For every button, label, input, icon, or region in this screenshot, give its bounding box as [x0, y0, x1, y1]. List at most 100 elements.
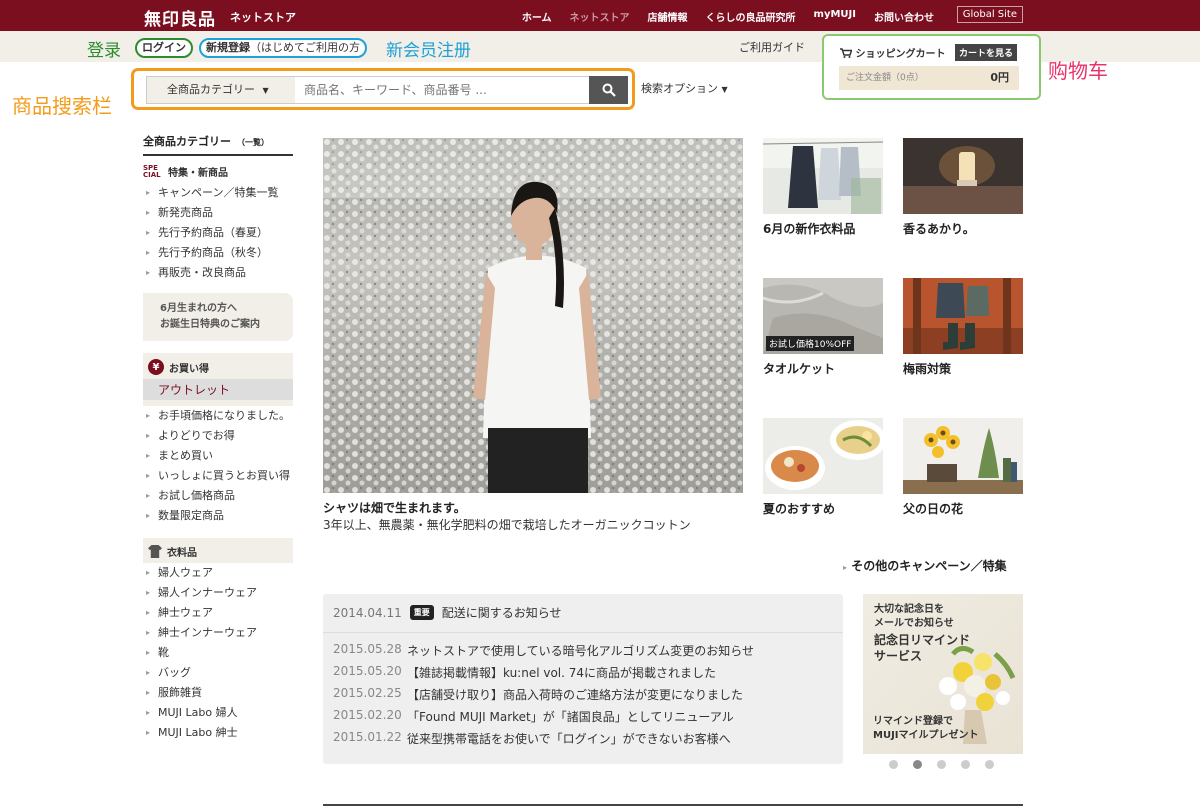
tile-caption: タオルケット [763, 362, 836, 376]
news-text: 【雑誌掲載情報】ku:nel vol. 74に商品が掲載されました [407, 666, 717, 680]
news-item[interactable]: 2015.02.20 「Found MUJI Market」が「諸国良品」としてリ… [333, 708, 754, 730]
search-input[interactable] [295, 76, 591, 104]
tile-image [903, 278, 1023, 354]
sidebar-item-trial[interactable]: お試し価格商品 [143, 486, 293, 506]
nav-netstore[interactable]: ネットストア [570, 9, 630, 24]
sidebar-item-accessories[interactable]: 服飾雑貨 [143, 683, 293, 703]
important-tag: 重要 [409, 605, 434, 620]
sidebar-item-womens-wear[interactable]: 婦人ウェア [143, 563, 293, 583]
sidebar-item-labo-women[interactable]: MUJI Labo 婦人 [143, 703, 293, 723]
tile-caption: 父の日の花 [903, 502, 964, 516]
tile-summer-clothing[interactable]: 6月の新作衣料品 [763, 138, 883, 237]
sidebar-title[interactable]: 全商品カテゴリー （一覧） [143, 133, 293, 156]
special-title: 特集・新商品 [168, 168, 228, 179]
dropdown-triangle-icon: ▼ [262, 86, 269, 95]
carousel-dots [889, 760, 994, 769]
nav-home[interactable]: ホーム [522, 9, 552, 24]
view-cart-button[interactable]: カートを見る [954, 44, 1017, 61]
more-campaigns-link[interactable]: ▸ その他のキャンペーン／特集 [843, 557, 1007, 574]
news-item[interactable]: 2015.01.22 従来型携帯電話をお使いで「ログイン」ができないお客様へ [333, 730, 754, 752]
sidebar-item-outlet[interactable]: アウトレット [143, 379, 293, 400]
tile-rainy-season[interactable]: 梅雨対策 [903, 278, 1023, 377]
guide-link[interactable]: ご利用ガイド [739, 39, 805, 55]
banner-line4: サービス [874, 649, 923, 663]
tile-towel-blanket[interactable]: お試し価格10%OFF タオルケット [763, 278, 883, 377]
sidebar-item-mens-wear[interactable]: 紳士ウェア [143, 603, 293, 623]
news-item[interactable]: 2015.02.25 【店舗受け取り】商品入荷時のご連絡方法が変更になりました [333, 686, 754, 708]
tile-image: お試し価格10%OFF [763, 278, 883, 354]
carousel-dot[interactable] [961, 760, 970, 769]
carousel-dot[interactable] [913, 760, 922, 769]
news-text: 「Found MUJI Market」が「諸国良品」としてリニューアル [407, 710, 734, 724]
banner-line6: MUJIマイルプレゼント [873, 730, 979, 741]
tile-fathers-day[interactable]: 父の日の花 [903, 418, 1023, 517]
nav-contact[interactable]: お問い合わせ [874, 9, 934, 24]
cart-title[interactable]: ショッピングカート [840, 45, 945, 60]
sidebar-item-mens-inner[interactable]: 紳士インナーウェア [143, 623, 293, 643]
news-item[interactable]: 2015.05.20 【雑誌掲載情報】ku:nel vol. 74に商品が掲載され… [333, 664, 754, 686]
register-label: 新規登録 [206, 41, 250, 54]
sidebar-item-resale[interactable]: 再販売・改良商品 [143, 263, 293, 283]
shirt-icon [148, 545, 162, 558]
news-date: 2015.05.20 [333, 664, 402, 678]
birthday-banner[interactable]: 6月生まれの方へ お誕生日特典のご案内 [143, 293, 293, 341]
news-item[interactable]: 2015.05.28 ネットストアで使用している暗号化アルゴリズム変更のお知らせ [333, 642, 754, 664]
tile-aroma-light[interactable]: 香るあかり。 [903, 138, 1023, 237]
tile-summer-picks[interactable]: 夏のおすすめ [763, 418, 883, 517]
deals-title-text: お買い得 [169, 363, 209, 375]
search-category-select[interactable]: 全商品カテゴリー ▼ [146, 76, 296, 104]
sidebar-item-limited[interactable]: 数量限定商品 [143, 506, 293, 526]
banner-line1: 大切な記念日を [874, 604, 944, 615]
cart-box: ショッピングカート カートを見る ご注文金額（0点） 0円 [822, 34, 1041, 100]
apparel-section: 衣料品 [143, 538, 293, 563]
banner-line2: メールでお知らせ [874, 618, 954, 629]
sidebar-item-labo-men[interactable]: MUJI Labo 紳士 [143, 723, 293, 743]
sidebar-item-campaigns[interactable]: キャンペーン／特集一覧 [143, 183, 293, 203]
sidebar-item-new[interactable]: 新発売商品 [143, 203, 293, 223]
search-annotation: 商品搜索栏 [12, 94, 112, 118]
search-button[interactable] [589, 76, 628, 104]
cart-icon [840, 48, 853, 58]
news-date: 2015.02.20 [333, 708, 402, 722]
cart-amount: 0円 [990, 71, 1009, 84]
sidebar-item-preorder-aw[interactable]: 先行予約商品（秋冬） [143, 243, 293, 263]
special-icon: SPE CIAL [143, 163, 161, 179]
sidebar-title-text: 全商品カテゴリー [143, 135, 231, 148]
deals-section: ¥ お買い得 アウトレット [143, 353, 293, 406]
sidebar-item-womens-inner[interactable]: 婦人インナーウェア [143, 583, 293, 603]
sidebar-item-preorder-ss[interactable]: 先行予約商品（春夏） [143, 223, 293, 243]
cart-total-label: ご注文金額（0点） [846, 73, 924, 83]
sidebar-item-bags[interactable]: バッグ [143, 663, 293, 683]
login-button[interactable]: ログイン [135, 38, 193, 58]
nav-mymuji[interactable]: myMUJI [814, 9, 856, 24]
banner-headline: 記念日リマインド サービス [874, 632, 970, 664]
sidebar-item-choice[interactable]: よりどりでお得 [143, 426, 293, 446]
sidebar-item-shoes[interactable]: 靴 [143, 643, 293, 663]
hero-image[interactable] [323, 138, 743, 493]
global-site-button[interactable]: Global Site [956, 6, 1023, 23]
search-bar: 全商品カテゴリー ▼ [131, 68, 635, 110]
special-section-title: SPE CIAL 特集・新商品 [143, 164, 293, 179]
cart-annotation: 购物车 [1048, 59, 1108, 83]
banner-intro: 大切な記念日を メールでお知らせ [874, 603, 954, 631]
news-text: 配送に関するお知らせ [441, 606, 562, 620]
register-button[interactable]: 新規登録（はじめてご利用の方 [199, 38, 367, 58]
nav-store-info[interactable]: 店舗情報 [648, 9, 688, 24]
cart-total: ご注文金額（0点） 0円 [839, 66, 1019, 90]
anniversary-reminder-banner[interactable]: 大切な記念日を メールでお知らせ 記念日リマインド サービス リマインド登録で MUJ… [863, 594, 1023, 754]
sidebar-item-bulk[interactable]: まとめ買い [143, 446, 293, 466]
banner-footer: リマインド登録で MUJIマイルプレゼント [873, 715, 979, 743]
important-news[interactable]: 2014.04.11 重要 配送に関するお知らせ [333, 604, 561, 621]
sidebar-item-price-down[interactable]: お手頃価格になりました。 [143, 406, 293, 426]
register-annotation: 新会员注册 [386, 41, 471, 61]
sidebar-item-bundle[interactable]: いっしょに買うとお買い得 [143, 466, 293, 486]
carousel-dot[interactable] [985, 760, 994, 769]
carousel-dot[interactable] [889, 760, 898, 769]
carousel-dot[interactable] [937, 760, 946, 769]
hero-caption[interactable]: シャツは畑で生まれます。 [323, 499, 466, 516]
news-text: ネットストアで使用している暗号化アルゴリズム変更のお知らせ [407, 644, 755, 658]
nav-lab[interactable]: くらしの良品研究所 [706, 9, 796, 24]
muji-logo[interactable]: 無印良品 [144, 5, 216, 30]
search-options-link[interactable]: 検索オプション ▼ [641, 80, 728, 96]
tile-image [903, 418, 1023, 494]
